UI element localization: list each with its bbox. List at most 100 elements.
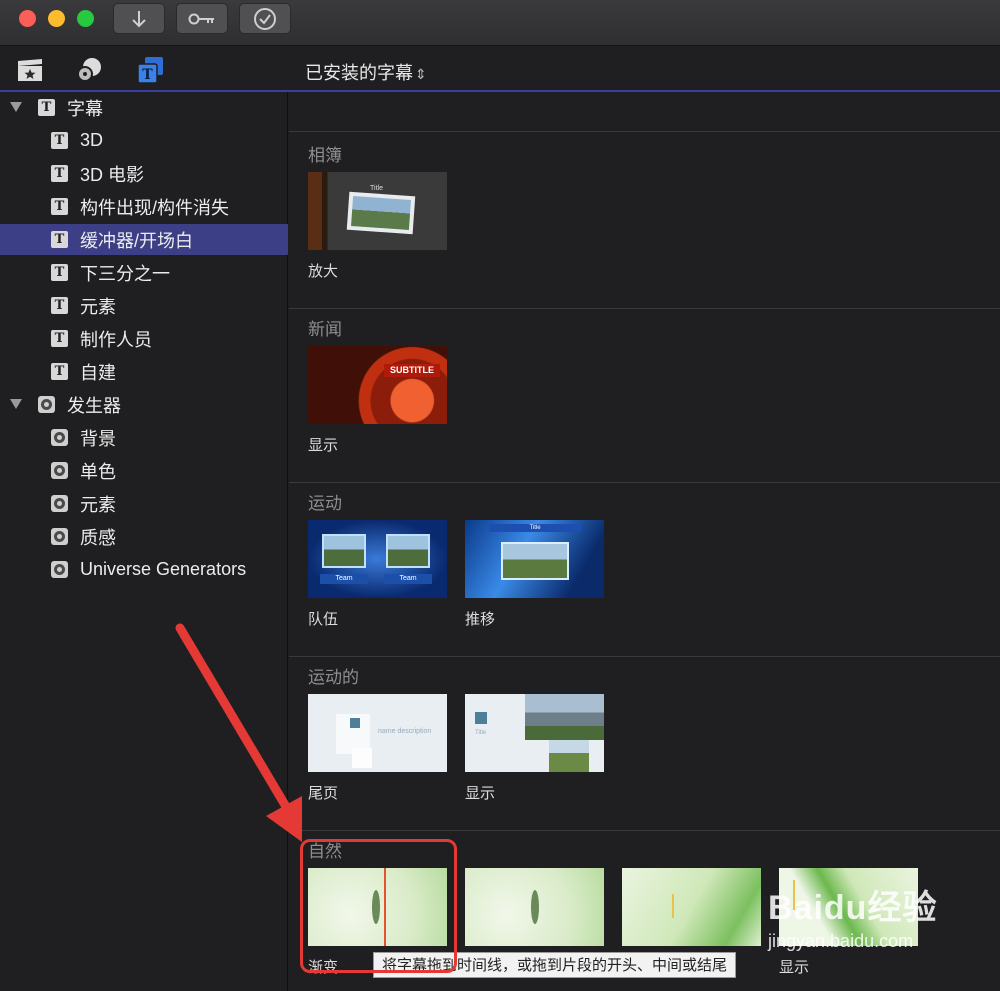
sidebar-item-label: 背景: [80, 428, 116, 449]
sidebar-group-titles[interactable]: T 字幕: [0, 92, 288, 123]
section-title: 新闻: [308, 320, 342, 339]
libraries-icon[interactable]: [16, 56, 44, 84]
popup-chevron-icon: ⇕: [415, 66, 427, 82]
sidebar-group-label: 发生器: [67, 395, 121, 416]
sidebar-item-bumper-opener[interactable]: T 缓冲器/开场白: [0, 224, 288, 255]
watermark-url: jingyan.baidu.com: [768, 931, 914, 951]
title-icon: T: [51, 231, 68, 248]
generator-icon: [51, 528, 68, 545]
title-icon: T: [51, 330, 68, 347]
sidebar-item-label: 元素: [80, 296, 116, 317]
keyword-button[interactable]: [176, 3, 228, 34]
sidebar-item-label: 元素: [80, 494, 116, 515]
sidebar-item-gen-elements[interactable]: 元素: [0, 488, 288, 519]
generator-icon: [51, 561, 68, 578]
sidebar-item-label: 质感: [80, 527, 116, 548]
generator-icon: [51, 495, 68, 512]
red-arrow-icon: [175, 623, 302, 842]
thumbnail-caption: 显示: [465, 785, 496, 802]
watermark-logo: Baidu经验: [768, 889, 938, 927]
sidebar-item-label: 自建: [80, 362, 116, 383]
sidebar-item-3d[interactable]: T 3D: [0, 125, 288, 156]
photos-audio-icon[interactable]: [76, 56, 104, 84]
title-thumbnail[interactable]: [465, 868, 604, 946]
sidebar-item-build-in-out[interactable]: T 构件出现/构件消失: [0, 191, 288, 222]
title-thumbnail[interactable]: Title: [308, 172, 447, 250]
thumbnail-caption: 显示: [779, 959, 810, 976]
sidebar-item-custom[interactable]: T 自建: [0, 356, 288, 387]
sidebar-item-3d-cinematic[interactable]: T 3D 电影: [0, 158, 288, 189]
section-title: 运动的: [308, 668, 359, 687]
title-thumbnail[interactable]: Team Team: [308, 520, 447, 598]
thumbnail-text: SUBTITLE: [390, 365, 434, 375]
section-title: 相簿: [308, 146, 342, 165]
checkmark-circle-icon: [254, 7, 276, 30]
thumbnail-caption: 显示: [308, 437, 339, 454]
section-divider: [289, 656, 1000, 657]
disclosure-triangle-icon[interactable]: [10, 399, 22, 409]
thumbnail-text: Team: [384, 574, 432, 584]
section-title: 运动: [308, 494, 342, 513]
import-button[interactable]: [113, 3, 165, 34]
sidebar-item-label: 构件出现/构件消失: [80, 197, 230, 218]
baidu-watermark: Baidu经验 jingyan.baidu.com: [768, 880, 937, 952]
sidebar-item-textures[interactable]: 质感: [0, 521, 288, 552]
maximize-window-button[interactable]: [77, 10, 94, 27]
sidebar-item-backgrounds[interactable]: 背景: [0, 422, 288, 453]
sidebar-item-label: 3D: [80, 130, 104, 150]
title-icon: T: [51, 165, 68, 182]
sidebar-item-credits[interactable]: T 制作人员: [0, 323, 288, 354]
thumbnail-text: Team: [320, 574, 368, 584]
section-divider: [289, 308, 1000, 309]
sidebar-group-generators[interactable]: 发生器: [0, 389, 288, 420]
background-tasks-button[interactable]: [239, 3, 291, 34]
title-icon: T: [51, 363, 68, 380]
generator-icon: [38, 396, 55, 413]
sidebar-item-universe-generators[interactable]: Universe Generators: [0, 554, 288, 585]
thumbnail-text: name description: [378, 728, 432, 735]
sidebar-item-elements[interactable]: T 元素: [0, 290, 288, 321]
thumbnail-text: Title: [475, 730, 487, 736]
section-divider: [289, 830, 1000, 831]
sidebar-item-label: 制作人员: [80, 329, 152, 350]
thumbnail-caption: 队伍: [308, 611, 339, 628]
sidebar-item-lower-thirds[interactable]: T 下三分之一: [0, 257, 288, 288]
title-icon: T: [38, 99, 55, 116]
download-arrow-icon: [132, 10, 146, 27]
sidebar-item-label: 下三分之一: [80, 263, 170, 284]
generator-icon: [51, 462, 68, 479]
browser-title-popup[interactable]: 已安装的字幕 ⇕: [305, 59, 427, 85]
title-thumbnail[interactable]: Title: [465, 694, 604, 772]
highlight-box: [300, 839, 457, 973]
sidebar-group-label: 字幕: [67, 98, 103, 119]
thumbnail-caption: 推移: [465, 611, 496, 628]
sidebar: T 字幕 T 3D T 3D 电影 T 构件出现/构件消失 T 缓冲器/开场白 …: [0, 92, 288, 991]
browser-title: 已安装的字幕: [305, 63, 413, 83]
sidebar-item-label: 缓冲器/开场白: [80, 230, 194, 251]
title-icon: T: [51, 198, 68, 215]
titles-generators-icon[interactable]: T: [137, 56, 165, 84]
title-icon: T: [51, 264, 68, 281]
thumbnail-caption: 尾页: [308, 785, 339, 802]
window-titlebar: [0, 0, 1000, 46]
sidebar-item-label: 单色: [80, 461, 116, 482]
thumbnail-text: Title: [489, 524, 581, 532]
filter-bar: [289, 92, 1000, 132]
title-icon: T: [51, 297, 68, 314]
browser-header: T: [0, 46, 1000, 92]
section-divider: [289, 482, 1000, 483]
disclosure-triangle-icon[interactable]: [10, 102, 22, 112]
title-thumbnail[interactable]: name description: [308, 694, 447, 772]
minimize-window-button[interactable]: [48, 10, 65, 27]
title-icon: T: [51, 132, 68, 149]
thumbnail-text: Title: [370, 185, 383, 192]
title-thumbnail[interactable]: [622, 868, 761, 946]
generator-icon: [51, 429, 68, 446]
svg-text:T: T: [142, 67, 153, 83]
title-thumbnail[interactable]: SUBTITLE: [308, 346, 447, 424]
sidebar-item-label: Universe Generators: [80, 559, 247, 579]
sidebar-item-solids[interactable]: 单色: [0, 455, 288, 486]
title-thumbnail[interactable]: Title: [465, 520, 604, 598]
close-window-button[interactable]: [19, 10, 36, 27]
key-icon: [188, 13, 214, 24]
